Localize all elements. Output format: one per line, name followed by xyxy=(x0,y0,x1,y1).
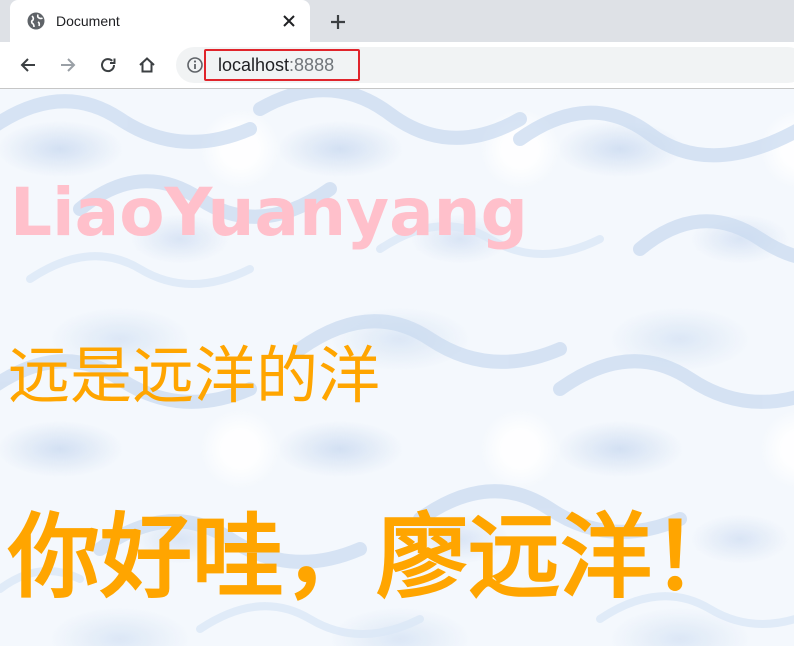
heading-english-name: LiaoYuanyang xyxy=(10,174,528,251)
plus-icon[interactable] xyxy=(326,10,350,34)
tab-strip: Document xyxy=(0,0,794,42)
globe-icon xyxy=(26,11,46,31)
heading-chinese-greeting: 你好哇，廖远洋！ xyxy=(8,504,745,611)
browser-tab[interactable]: Document xyxy=(10,0,310,42)
close-icon[interactable] xyxy=(280,12,298,30)
url-text[interactable]: localhost:8888 xyxy=(218,54,334,76)
page-viewport: LiaoYuanyang 远是远洋的洋 你好哇，廖远洋！ xyxy=(0,89,794,646)
browser-toolbar: localhost:8888 xyxy=(0,42,794,89)
url-host: localhost xyxy=(218,55,290,75)
reload-icon[interactable] xyxy=(96,53,120,77)
back-arrow-icon[interactable] xyxy=(16,53,40,77)
address-bar[interactable]: localhost:8888 xyxy=(176,47,794,83)
url-port: :8888 xyxy=(289,55,335,75)
heading-chinese-subtitle: 远是远洋的洋 xyxy=(8,339,381,412)
info-icon[interactable] xyxy=(186,56,204,74)
forward-arrow-icon[interactable] xyxy=(56,53,80,77)
home-icon[interactable] xyxy=(135,53,159,77)
tab-title: Document xyxy=(56,13,120,29)
